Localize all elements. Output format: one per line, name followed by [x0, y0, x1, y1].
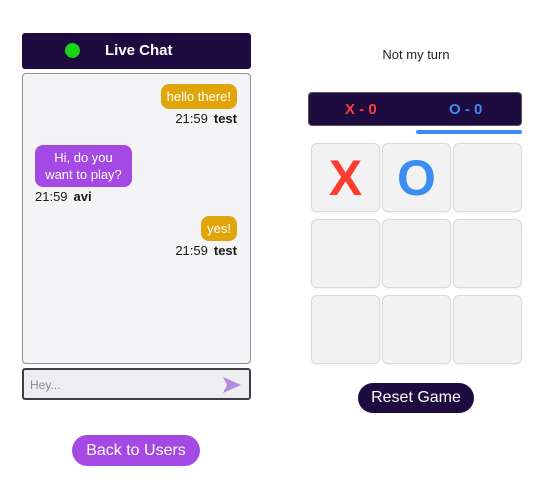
chat-message: Hi, do you want to play? 21:59 avi: [35, 145, 132, 204]
board-cell[interactable]: [312, 220, 379, 287]
game-board: X O: [310, 142, 522, 364]
message-time: 21:59: [35, 189, 68, 204]
board-cell[interactable]: O: [383, 144, 450, 211]
score-o: O - 0: [449, 101, 483, 118]
chat-messages-panel[interactable]: hello there! 21:59 test Hi, do you want t…: [22, 73, 251, 364]
chat-message-input[interactable]: [30, 375, 210, 395]
board-cell[interactable]: [383, 296, 450, 363]
chat-header: Live Chat: [22, 33, 251, 69]
board-cell[interactable]: [383, 220, 450, 287]
chat-input-bar: [22, 368, 251, 400]
board-cell[interactable]: [454, 144, 521, 211]
message-bubble: yes!: [201, 216, 237, 241]
message-bubble: Hi, do you want to play?: [35, 145, 132, 187]
message-meta: 21:59 test: [175, 243, 237, 258]
message-user: test: [213, 111, 237, 126]
message-bubble: hello there!: [160, 84, 237, 109]
message-time: 21:59: [175, 111, 208, 126]
send-arrow-icon[interactable]: [222, 376, 242, 394]
message-time: 21:59: [175, 243, 208, 258]
board-cell[interactable]: [312, 296, 379, 363]
board-cell[interactable]: [454, 220, 521, 287]
message-meta: 21:59 test: [161, 111, 237, 126]
message-user: test: [213, 243, 237, 258]
board-cell[interactable]: [454, 296, 521, 363]
message-user: avi: [73, 189, 92, 204]
scoreboard: X - 0 O - 0: [308, 92, 522, 126]
chat-message: hello there! 21:59 test: [160, 84, 237, 126]
reset-game-button[interactable]: Reset Game: [358, 383, 474, 413]
back-to-users-button[interactable]: Back to Users: [72, 435, 200, 466]
board-cell[interactable]: X: [312, 144, 379, 211]
online-status-icon: [65, 43, 80, 58]
message-meta: 21:59 avi: [35, 189, 132, 204]
chat-title: Live Chat: [105, 42, 173, 59]
turn-indicator: [416, 130, 522, 134]
score-x: X - 0: [345, 101, 377, 118]
turn-status: Not my turn: [382, 47, 450, 62]
chat-message: yes! 21:59 test: [175, 216, 237, 258]
